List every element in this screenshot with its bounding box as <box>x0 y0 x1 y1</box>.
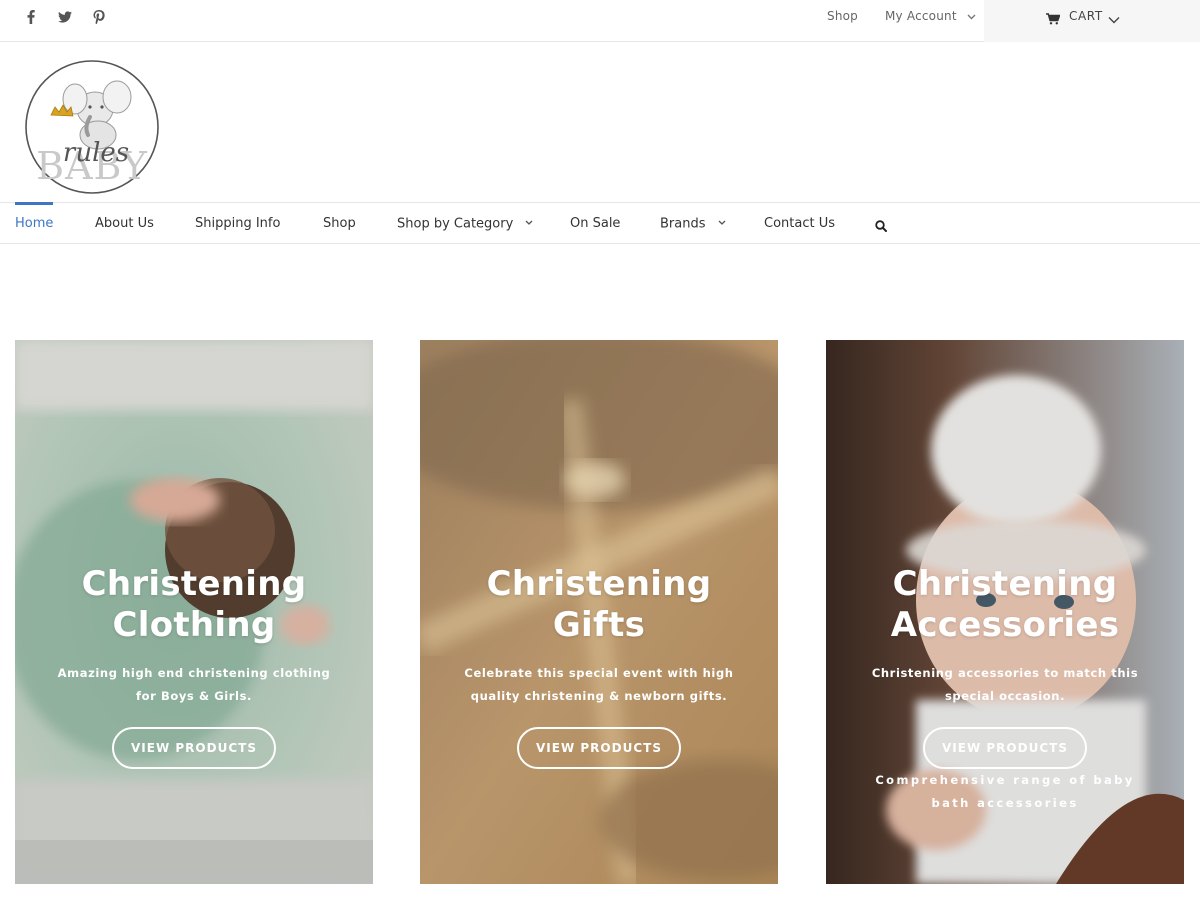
pinterest-icon[interactable] <box>82 8 116 28</box>
main-navigation: Home About Us Shipping Info Shop Shop by… <box>0 202 1200 244</box>
social-links <box>14 8 116 28</box>
nav-item-on-sale[interactable]: On Sale <box>570 203 620 243</box>
view-products-button[interactable]: VIEW PRODUCTS <box>923 727 1087 769</box>
chevron-down-icon <box>718 201 726 243</box>
nav-item-shop[interactable]: Shop <box>323 203 356 243</box>
card-extra-text: Comprehensive range of baby bath accesso… <box>875 773 1135 810</box>
nav-item-label: Shop <box>323 216 356 231</box>
nav-item-label: Contact Us <box>764 216 835 231</box>
chevron-down-icon <box>1108 9 1120 28</box>
chevron-down-icon <box>525 201 533 243</box>
search-icon[interactable] <box>875 217 887 236</box>
facebook-icon[interactable] <box>14 8 48 28</box>
category-card-gifts[interactable]: Christening Gifts Celebrate this special… <box>420 340 778 884</box>
chevron-down-icon <box>967 9 976 23</box>
my-account-menu[interactable]: My Account <box>885 9 976 23</box>
nav-item-home[interactable]: Home <box>15 202 54 243</box>
cart-icon <box>1046 10 1061 29</box>
cart-button[interactable]: CART <box>984 0 1200 42</box>
nav-item-label: Brands <box>660 216 706 232</box>
nav-item-brands[interactable]: Brands <box>660 203 726 243</box>
site-logo[interactable]: BABY rules <box>22 57 162 197</box>
nav-item-label: On Sale <box>570 216 621 231</box>
view-products-button[interactable]: VIEW PRODUCTS <box>112 727 276 769</box>
logo-script-text: rules <box>63 138 129 168</box>
nav-item-label: Home <box>15 216 54 231</box>
nav-item-label: About Us <box>95 216 154 231</box>
card-title: Christening Clothing <box>81 564 307 645</box>
view-products-button[interactable]: VIEW PRODUCTS <box>517 727 681 769</box>
top-bar: Shop My Account CART <box>0 0 1200 42</box>
card-title: Christening Accessories <box>890 564 1120 645</box>
twitter-icon[interactable] <box>48 8 82 28</box>
nav-item-about-us[interactable]: About Us <box>95 203 154 243</box>
card-description: Christening accessories to match this sp… <box>871 666 1139 703</box>
card-description: Celebrate this special event with high q… <box>464 666 734 703</box>
card-description: Amazing high end christening clothing fo… <box>57 666 331 703</box>
my-account-label: My Account <box>885 9 957 23</box>
category-card-clothing[interactable]: Christening Clothing Amazing high end ch… <box>15 340 373 884</box>
nav-item-contact-us[interactable]: Contact Us <box>764 203 835 243</box>
category-card-accessories[interactable]: Christening Accessories Christening acce… <box>826 340 1184 884</box>
card-title: Christening Gifts <box>486 564 712 645</box>
nav-item-shop-by-category[interactable]: Shop by Category <box>397 203 533 243</box>
cart-label: CART <box>1069 9 1103 23</box>
nav-item-label: Shop by Category <box>397 216 514 232</box>
nav-item-label: Shipping Info <box>195 216 281 231</box>
nav-item-shipping-info[interactable]: Shipping Info <box>195 203 280 243</box>
top-shop-link[interactable]: Shop <box>827 9 858 23</box>
